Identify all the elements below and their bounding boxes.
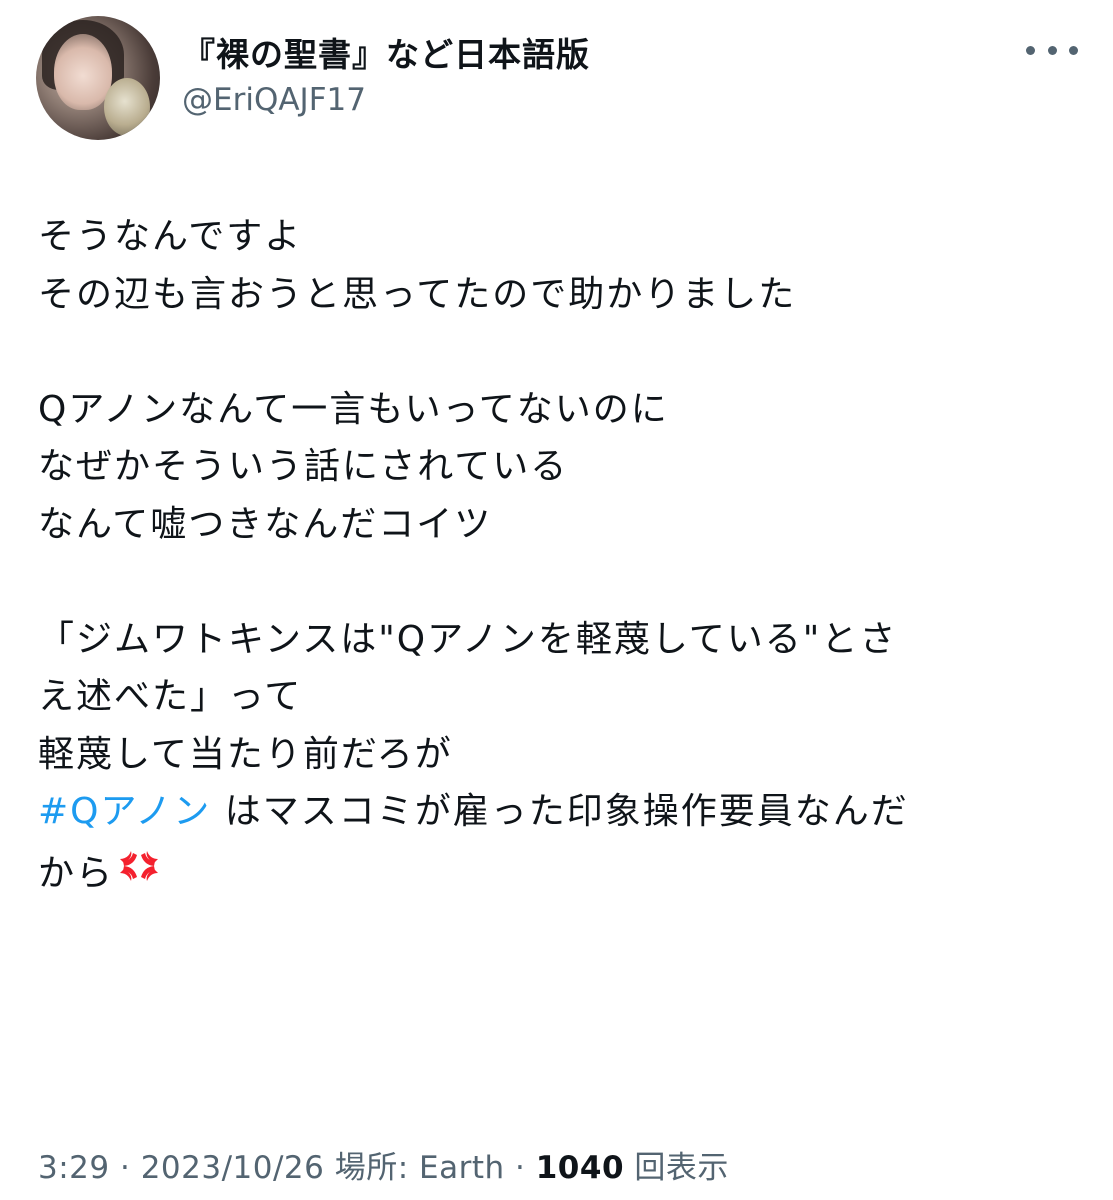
more-options-button[interactable] — [1026, 34, 1078, 66]
tweet-date[interactable]: 2023/10/26 — [141, 1150, 325, 1186]
tweet-line-text: はマスコミが雇った印象操作要員なんだ — [211, 791, 909, 832]
anger-symbol-icon — [120, 850, 159, 881]
tweet-line: なんて嘘つきなんだコイツ — [38, 503, 493, 545]
tweet-line-text: から — [38, 852, 115, 894]
tweet-meta: 3:29 · 2023/10/26 場所: Earth · 1040 回表示 — [38, 1142, 729, 1187]
tweet-location: 場所: Earth — [324, 1150, 505, 1186]
hashtag-link[interactable]: #Qアノン — [38, 791, 211, 832]
more-dot-icon — [1069, 45, 1078, 55]
separator: · — [109, 1150, 141, 1186]
tweet-line: から — [38, 841, 1078, 903]
views-count: 1040 — [535, 1150, 625, 1186]
tweet-line: その辺も言おうと思ってたので助かりました — [38, 273, 797, 315]
more-dot-icon — [1047, 45, 1057, 55]
avatar-face — [54, 34, 112, 110]
user-handle[interactable]: @EriQAJF17 — [182, 82, 366, 118]
tweet-line: #Qアノン はマスコミが雇った印象操作要員なんだ — [38, 783, 1078, 841]
tweet-line: そうなんですよ — [38, 216, 303, 257]
display-name[interactable]: 『裸の聖書』など日本語版 — [182, 28, 590, 76]
views-label: 回表示 — [624, 1150, 729, 1186]
tweet-text: そうなんですよ その辺も言おうと思ってたので助かりました Qアノンなんて一言もい… — [38, 208, 1078, 902]
separator: · — [504, 1150, 536, 1186]
more-dot-icon — [1026, 45, 1035, 55]
tweet-header: 『裸の聖書』など日本語版 @EriQAJF17 — [0, 0, 1113, 160]
tweet-time[interactable]: 3:29 — [38, 1150, 110, 1186]
tweet-line: 「ジムワトキンスは"Qアノンを軽蔑している"とさ — [38, 618, 898, 660]
tweet-line: なぜかそういう話にされている — [38, 446, 569, 487]
tweet-line: え述べた」って — [38, 676, 303, 717]
avatar-mask — [104, 78, 150, 136]
avatar[interactable] — [36, 16, 160, 140]
tweet-line: Qアノンなんて一言もいってないのに — [38, 388, 669, 430]
tweet-line: 軽蔑して当たり前だろが — [38, 733, 453, 775]
